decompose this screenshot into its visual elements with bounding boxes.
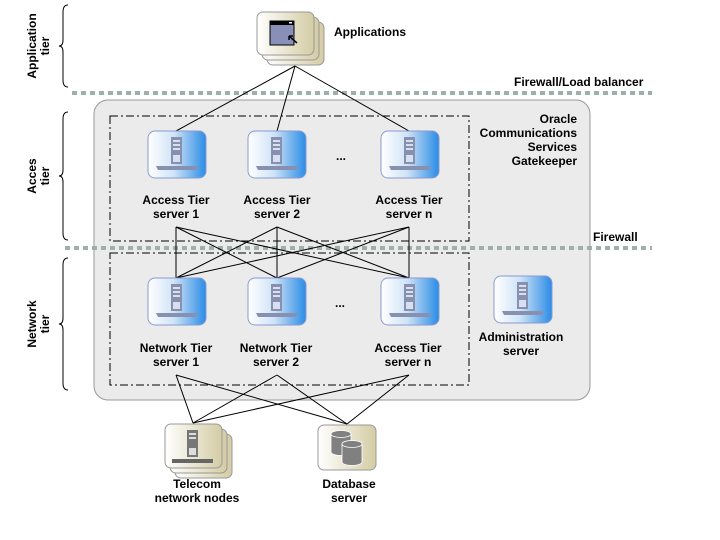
gatekeeper-label-2: Communications	[480, 126, 578, 140]
database-label: server	[331, 491, 367, 505]
server-label: server n	[386, 207, 433, 221]
database-label: Database	[322, 477, 376, 491]
access-tier-label-1: Acces	[25, 158, 39, 194]
firewall-label: Firewall	[593, 230, 638, 244]
server-label: Access Tier	[243, 193, 310, 207]
server-label: server 1	[153, 355, 199, 369]
architecture-diagram: Application tier Acces tier Network tier…	[25, 4, 652, 505]
access-tier-label-2: tier	[38, 166, 52, 185]
access-ellipsis: ...	[336, 149, 346, 163]
gatekeeper-label-1: Oracle	[540, 112, 578, 126]
server-label: server 2	[254, 207, 300, 221]
applications-label: Applications	[334, 25, 406, 39]
server-icon	[380, 130, 440, 179]
server-icon	[380, 277, 440, 326]
admin-label: Administration	[479, 330, 564, 344]
server-icon	[247, 130, 307, 179]
server-label: Access Tier	[374, 341, 441, 355]
server-icon	[147, 130, 207, 179]
network-tier-label-1: Network	[25, 300, 39, 348]
server-label: server n	[385, 355, 432, 369]
application-tier-label-1: Application	[25, 13, 39, 78]
gatekeeper-label-4: Gatekeeper	[512, 154, 578, 168]
server-label: Access Tier	[375, 193, 442, 207]
server-label: Network Tier	[140, 341, 213, 355]
server-label: server 1	[153, 207, 199, 221]
gatekeeper-label-3: Services	[528, 140, 578, 154]
network-ellipsis: ...	[335, 296, 345, 310]
application-tier-label-2: tier	[38, 36, 52, 55]
database-server[interactable]: Database server	[317, 424, 377, 505]
admin-label: server	[503, 344, 539, 358]
network-tier-label-2: tier	[38, 314, 52, 333]
server-icon	[147, 277, 207, 326]
telecom-label: network nodes	[155, 491, 240, 505]
server-label: Network Tier	[240, 341, 313, 355]
server-icon	[493, 275, 553, 324]
applications-node[interactable]: Applications	[256, 11, 406, 66]
telecom-label: Telecom	[173, 477, 221, 491]
tier-braces	[58, 4, 69, 391]
firewall-load-balancer-label: Firewall/Load balancer	[514, 75, 644, 89]
application-window-icon	[269, 20, 298, 46]
server-label: server 2	[253, 355, 299, 369]
server-icon	[247, 277, 307, 326]
telecom-network-nodes[interactable]: Telecom network nodes	[155, 423, 240, 505]
tier-labels: Application tier Acces tier Network tier	[25, 13, 52, 347]
server-label: Access Tier	[142, 193, 209, 207]
